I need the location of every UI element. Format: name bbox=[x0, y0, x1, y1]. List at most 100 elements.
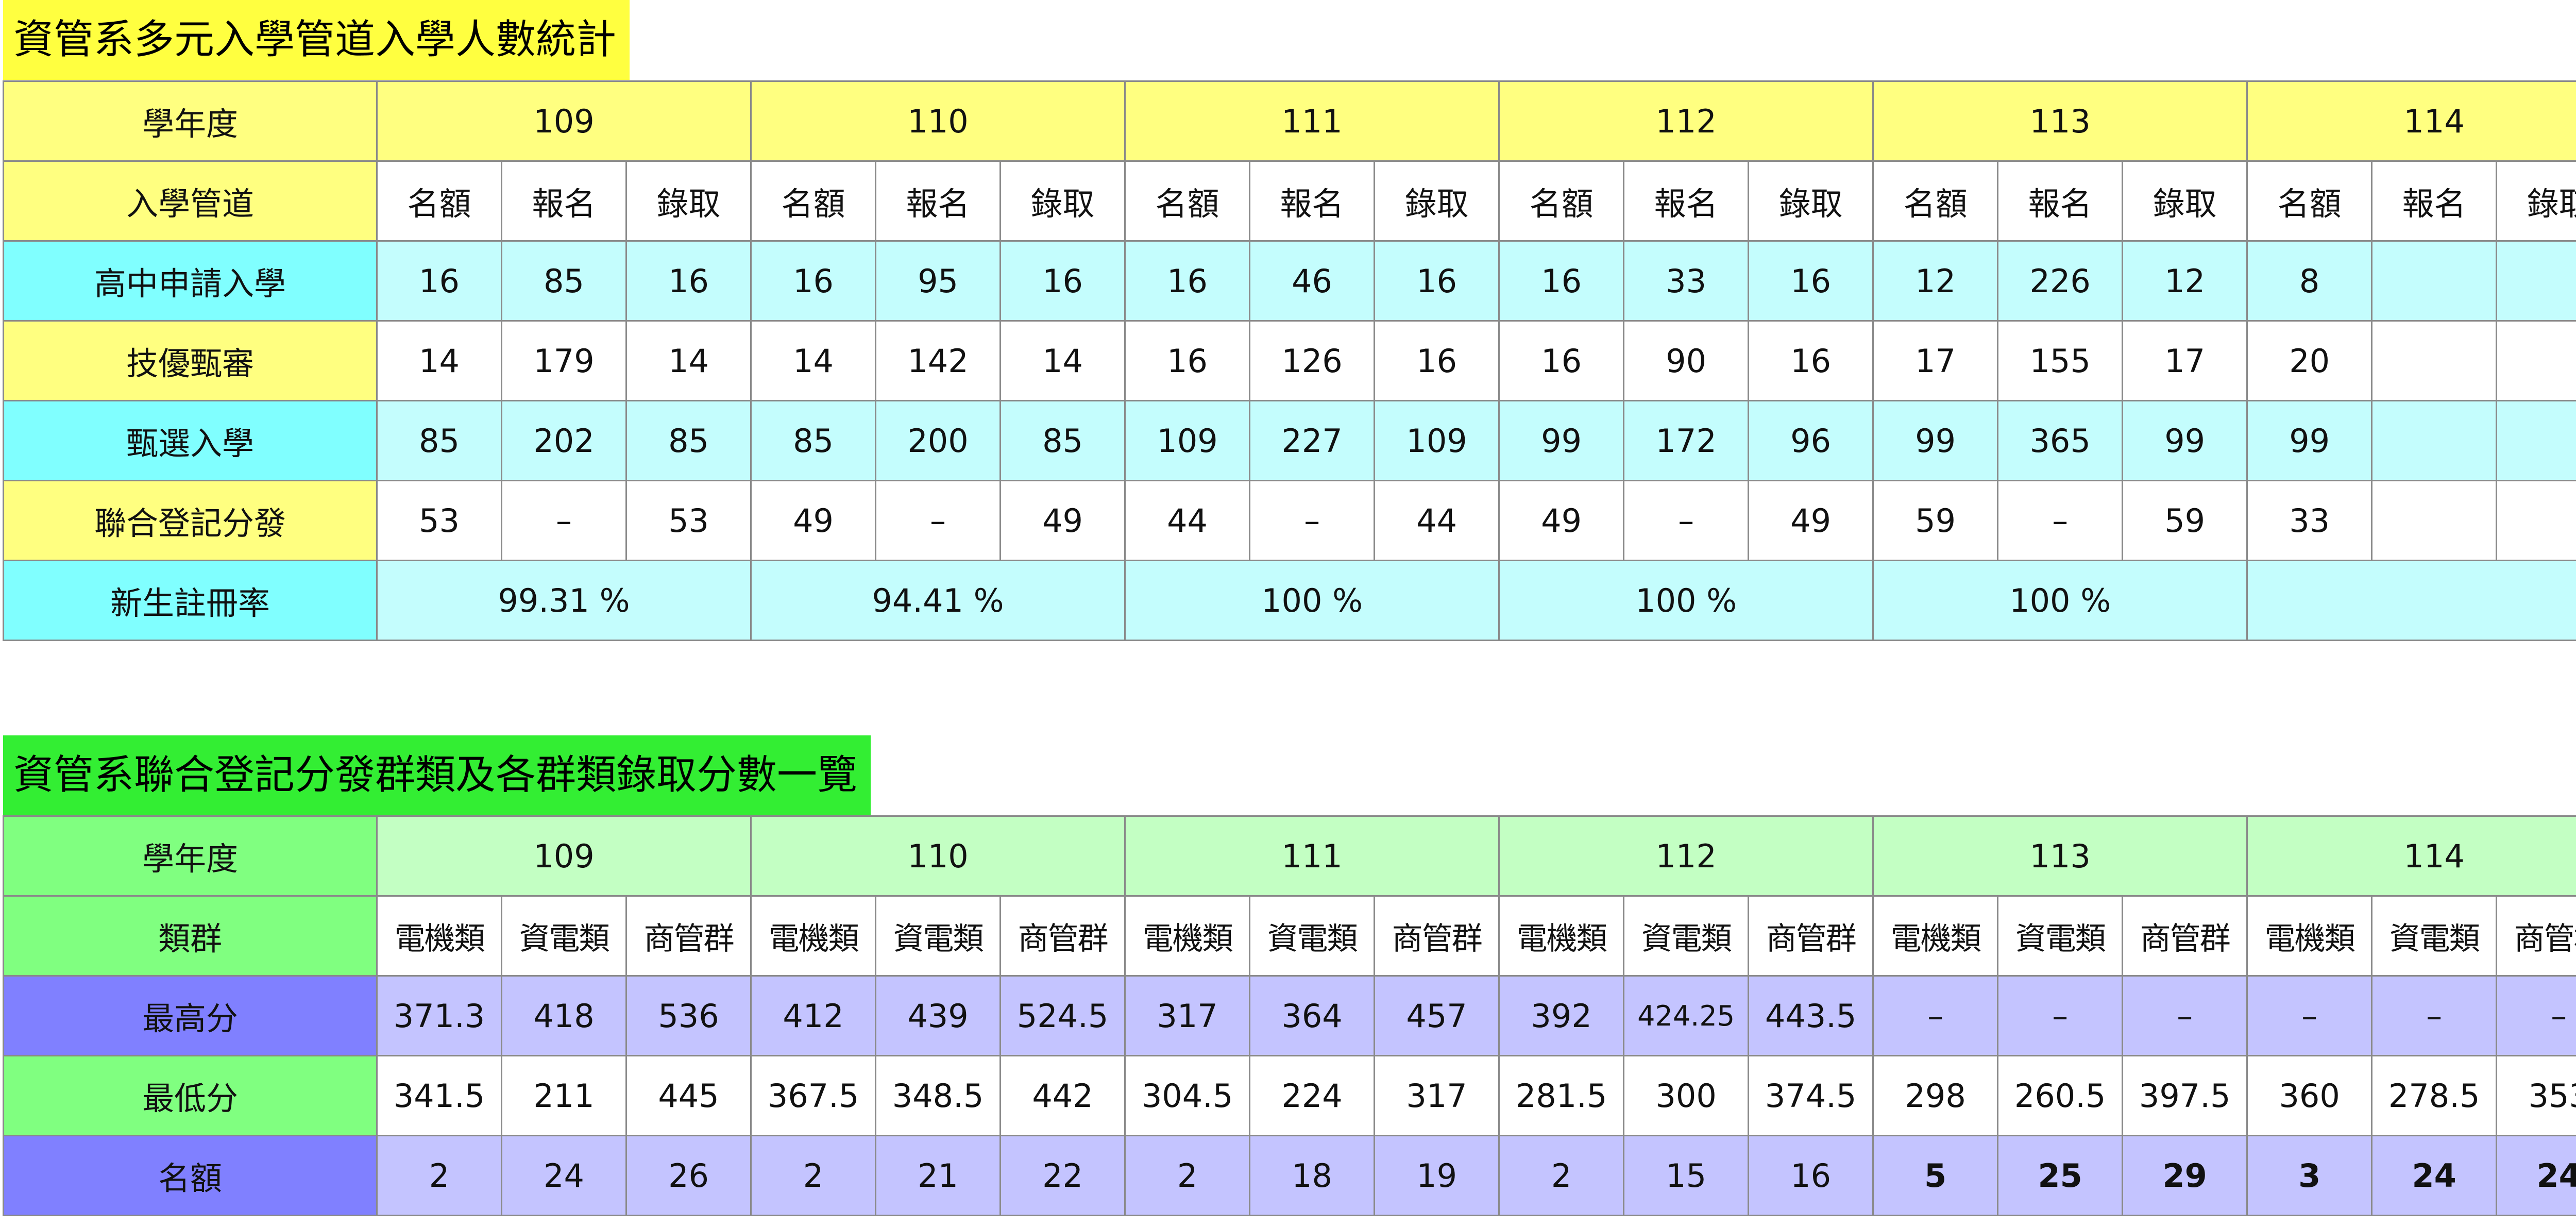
table-cell bbox=[2371, 240, 2498, 322]
sub-header: 錄取 bbox=[2496, 160, 2576, 242]
table-cell: 365 bbox=[1997, 400, 2124, 481]
sub-header: 名額 bbox=[750, 160, 877, 242]
sub-header: 名額 bbox=[2246, 160, 2373, 242]
group-label: 類群 bbox=[3, 895, 378, 977]
table-cell: 348.5 bbox=[875, 1055, 1002, 1136]
table-cell: 278.5 bbox=[2371, 1055, 2498, 1136]
table-cell: 15 bbox=[1623, 1135, 1750, 1216]
table-cell: 109 bbox=[1374, 400, 1500, 481]
table-cell: 12 bbox=[2122, 240, 2248, 322]
year-111: 111 bbox=[1124, 80, 1500, 162]
table-cell: 341.5 bbox=[376, 1055, 502, 1136]
sub-header: 錄取 bbox=[2122, 160, 2248, 242]
row-label: 最低分 bbox=[3, 1055, 378, 1136]
table-cell: 14 bbox=[376, 320, 502, 401]
year-111: 111 bbox=[1124, 815, 1500, 897]
group-header: 資電類 bbox=[1623, 895, 1750, 977]
table-cell: 21 bbox=[875, 1135, 1002, 1216]
group-header: 資電類 bbox=[875, 895, 1002, 977]
table-cell: 33 bbox=[2246, 480, 2373, 561]
sub-header: 名額 bbox=[1124, 160, 1251, 242]
table-cell: 99 bbox=[1872, 400, 1999, 481]
row-label: 聯合登記分發 bbox=[3, 480, 378, 561]
table-cell: 317 bbox=[1124, 975, 1251, 1056]
enrollment-table-title: 資管系多元入學管道入學人數統計 bbox=[3, 0, 630, 80]
table-cell: 142 bbox=[875, 320, 1002, 401]
table-cell: 16 bbox=[1374, 240, 1500, 322]
sub-header: 名額 bbox=[1872, 160, 1999, 242]
table-cell: 392 bbox=[1498, 975, 1625, 1056]
table-cell: 227 bbox=[1249, 400, 1376, 481]
table-cell: 44 bbox=[1374, 480, 1500, 561]
table-cell: 16 bbox=[1374, 320, 1500, 401]
table-cell: 59 bbox=[1872, 480, 1999, 561]
group-header: 商管群 bbox=[2496, 895, 2576, 977]
table-cell: 353 bbox=[2496, 1055, 2576, 1136]
table-cell: 26 bbox=[625, 1135, 752, 1216]
table-cell: 424.25 bbox=[1623, 975, 1750, 1056]
table-cell: 53 bbox=[625, 480, 752, 561]
sub-header: 名額 bbox=[376, 160, 502, 242]
table-cell: 445 bbox=[625, 1055, 752, 1136]
channel-label: 入學管道 bbox=[3, 160, 378, 242]
table-row: 最高分 371.3 418 536 412 439 524.5 317 364 457 392 424… bbox=[3, 975, 2576, 1056]
table-cell: 59 bbox=[2122, 480, 2248, 561]
table-cell: 179 bbox=[501, 320, 627, 401]
table-cell: – bbox=[875, 480, 1002, 561]
table-cell: 211 bbox=[501, 1055, 627, 1136]
sub-header: 報名 bbox=[1997, 160, 2124, 242]
sub-header: 錄取 bbox=[1748, 160, 1874, 242]
year-113: 113 bbox=[1872, 80, 2248, 162]
table-cell: 16 bbox=[1748, 320, 1874, 401]
table-cell: 16 bbox=[1498, 320, 1625, 401]
year-113: 113 bbox=[1872, 815, 2248, 897]
table-cell: 126 bbox=[1249, 320, 1376, 401]
table-cell: 443.5 bbox=[1748, 975, 1874, 1056]
table-cell: 260.5 bbox=[1997, 1055, 2124, 1136]
rate-110: 94.41 % bbox=[750, 560, 1126, 641]
table-cell: 22 bbox=[999, 1135, 1126, 1216]
table-cell: 85 bbox=[750, 400, 877, 481]
sub-header: 報名 bbox=[1249, 160, 1376, 242]
year-header-row: 學年度 109 110 111 112 113 114 bbox=[3, 815, 2576, 897]
table-cell: 16 bbox=[1124, 320, 1251, 401]
row-label: 高中申請入學 bbox=[3, 240, 378, 322]
table-cell: 281.5 bbox=[1498, 1055, 1625, 1136]
year-114: 114 bbox=[2246, 80, 2576, 162]
table-cell: 524.5 bbox=[999, 975, 1126, 1056]
sub-header: 報名 bbox=[501, 160, 627, 242]
year-112: 112 bbox=[1498, 815, 1874, 897]
table-cell: 226 bbox=[1997, 240, 2124, 322]
table-cell: – bbox=[2122, 975, 2248, 1056]
table-cell: 300 bbox=[1623, 1055, 1750, 1136]
table-cell: 367.5 bbox=[750, 1055, 877, 1136]
year-label: 學年度 bbox=[3, 80, 378, 162]
table-cell: 49 bbox=[1748, 480, 1874, 561]
row-label: 最高分 bbox=[3, 975, 378, 1056]
table-cell: 24 bbox=[501, 1135, 627, 1216]
table-cell: 364 bbox=[1249, 975, 1376, 1056]
table-row: 甄選入學 85 202 85 85 200 85 109 227 109 99 172 96 99 365 9… bbox=[3, 400, 2576, 481]
table-cell: 2 bbox=[1124, 1135, 1251, 1216]
rate-113: 100 % bbox=[1872, 560, 2248, 641]
table-cell: 96 bbox=[1748, 400, 1874, 481]
table-cell: 85 bbox=[625, 400, 752, 481]
table-cell: 442 bbox=[999, 1055, 1126, 1136]
table-cell: 202 bbox=[501, 400, 627, 481]
table-cell bbox=[2371, 400, 2498, 481]
year-110: 110 bbox=[750, 815, 1126, 897]
group-header: 電機類 bbox=[1498, 895, 1625, 977]
table-cell: 49 bbox=[1498, 480, 1625, 561]
group-header: 商管群 bbox=[1374, 895, 1500, 977]
group-header: 電機類 bbox=[2246, 895, 2373, 977]
rate-109: 99.31 % bbox=[376, 560, 752, 641]
table-cell: 49 bbox=[750, 480, 877, 561]
table-cell: 95 bbox=[875, 240, 1002, 322]
table-cell: 19 bbox=[1374, 1135, 1500, 1216]
table-row: 名額224262212221819215165252932424 bbox=[3, 1135, 2576, 1216]
table-cell: 374.5 bbox=[1748, 1055, 1874, 1136]
table-cell: – bbox=[2371, 975, 2498, 1056]
table-cell: 16 bbox=[1498, 240, 1625, 322]
table-cell: 33 bbox=[1623, 240, 1750, 322]
enrollment-stats-table: 學年度 109 110 111 112 113 114 入學管道 名額 報名 錄… bbox=[3, 80, 2576, 641]
